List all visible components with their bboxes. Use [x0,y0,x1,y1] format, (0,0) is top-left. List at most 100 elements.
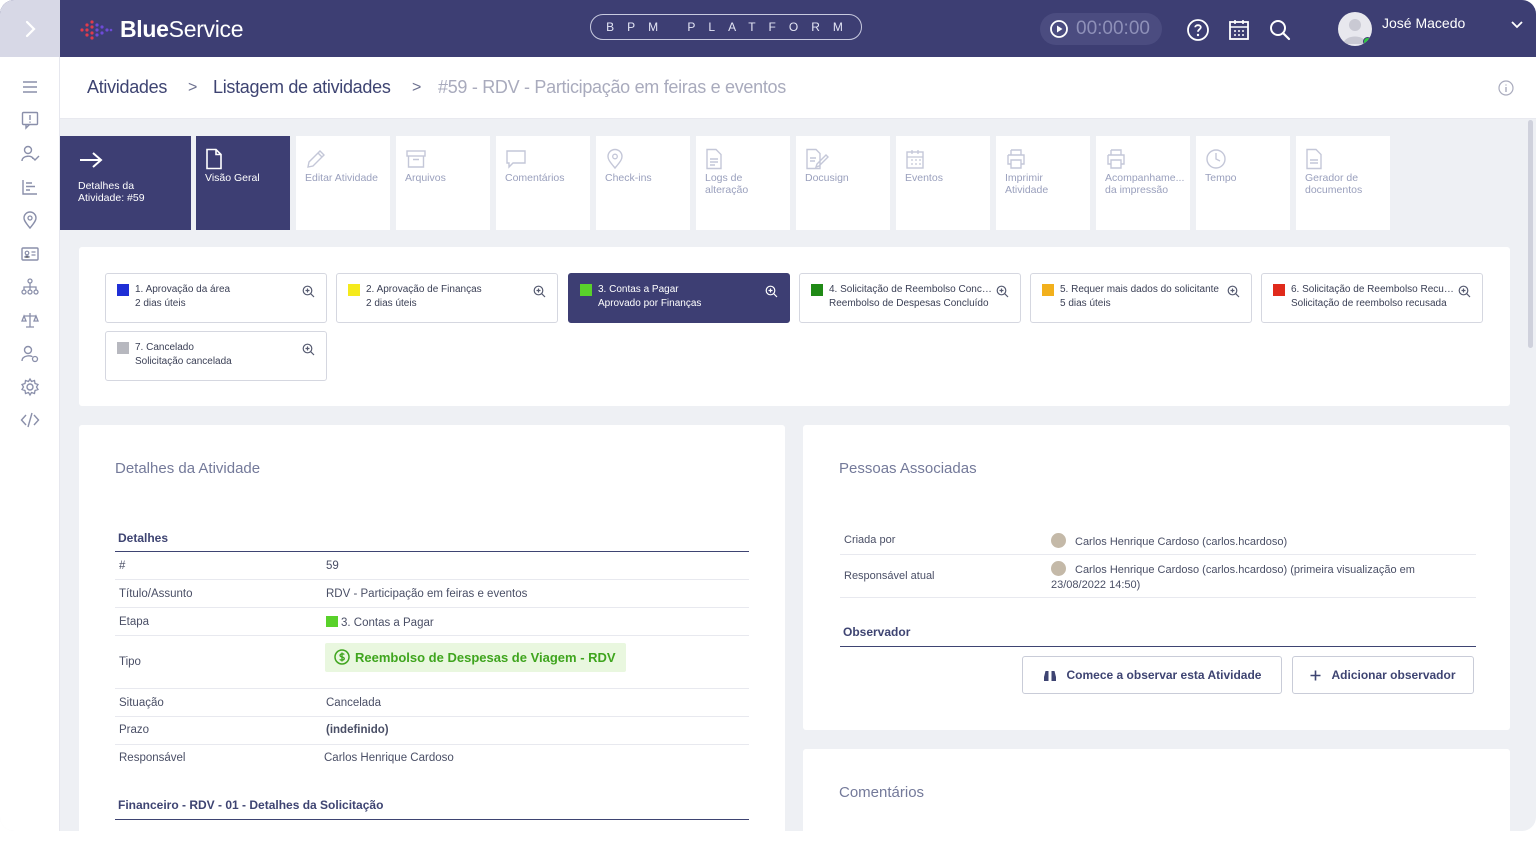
scale-icon[interactable] [20,310,40,330]
play-icon [1050,20,1068,38]
person-name[interactable]: Carlos Henrique Cardoso (carlos.hcardoso… [1075,564,1415,576]
divider [840,646,1476,647]
timer-control[interactable]: 00:00:00 [1040,13,1162,45]
tab-detalhes-atividade[interactable]: Detalhes da Atividade: #59 [60,136,191,230]
sidebar-toggle-button[interactable] [0,0,60,57]
menu-icon[interactable] [20,77,40,97]
tab-check-ins[interactable]: Check-ins [596,136,690,230]
app-window: BlueService BPM PLATFORM 00:00:00 José M… [0,0,1536,831]
tab-logs-alteracao[interactable]: Logs de alteração [696,136,790,230]
org-chart-icon[interactable] [20,277,40,297]
tab-editar-atividade[interactable]: Editar Atividade [296,136,390,230]
brand-logo[interactable]: BlueService [78,16,244,43]
id-card-icon[interactable] [20,244,40,264]
stage-title: 6. Solicitação de Reembolso Recus... [1291,284,1454,295]
map-pin-icon [607,148,623,170]
file-icon [1306,148,1322,170]
tab-label: Comentários [505,172,565,184]
stage-subtitle: 5 dias úteis [1060,298,1111,309]
add-observer-button[interactable]: Adicionar observador [1292,656,1474,694]
stage-subtitle: 2 dias úteis [135,298,186,309]
comment-icon [506,150,526,169]
stages-panel [79,247,1510,406]
tab-label: da impressão [1105,184,1169,196]
tab-label: Visão Geral [205,172,260,184]
breadcrumb-item-atividades[interactable]: Atividades [87,77,167,98]
currency-icon [334,649,350,665]
tab-label: Docusign [805,172,849,184]
table-row: Responsável Carlos Henrique Cardoso [115,745,749,773]
tab-imprimir-atividade[interactable]: Imprimir Atividade [996,136,1090,230]
stage-title: 2. Aprovação de Finanças [366,284,482,295]
report-icon[interactable] [20,177,40,197]
tab-visao-geral[interactable]: Visão Geral [196,136,290,230]
zoom-in-icon[interactable] [1458,285,1471,298]
breadcrumb-separator: > [412,79,422,96]
tab-label: Detalhes da [78,180,135,192]
table-row: Responsável atual Carlos Henrique Cardos… [840,555,1476,598]
stage-card[interactable]: 1. Aprovação da área 2 dias úteis [105,273,327,323]
table-row: Título/Assunto RDV - Participação em fei… [115,580,749,608]
stage-card[interactable]: 7. Cancelado Solicitação cancelada [105,331,327,381]
tab-label: documentos [1305,184,1363,196]
zoom-in-icon[interactable] [302,343,315,356]
stage-card[interactable]: 2. Aprovação de Finanças 2 dias úteis [336,273,558,323]
zoom-in-icon[interactable] [302,285,315,298]
search-icon[interactable] [1268,18,1292,42]
scrollbar-thumb[interactable] [1528,120,1533,348]
user-tasks-icon[interactable] [20,144,40,164]
user-menu[interactable]: José Macedo [1338,12,1465,46]
stage-subtitle: Reembolso de Despesas Concluído [829,298,989,309]
tab-label: Editar Atividade [305,172,378,184]
docusign-icon [806,148,829,170]
zoom-in-icon[interactable] [533,285,546,298]
chevron-down-icon[interactable] [1510,20,1524,30]
map-pin-icon[interactable] [20,210,40,230]
tab-arquivos[interactable]: Arquivos [396,136,490,230]
binoculars-icon [1043,670,1056,681]
tab-acompanhamento-impressao[interactable]: Acompanhame... da impressão [1096,136,1190,230]
tab-docusign[interactable]: Docusign [796,136,890,230]
info-icon[interactable] [1498,80,1514,96]
calendar-icon[interactable] [1227,18,1251,42]
financeiro-group-heading: Financeiro - RDV - 01 - Detalhes da Soli… [118,798,384,812]
code-icon[interactable] [20,410,40,430]
stage-color-swatch [580,284,592,296]
breadcrumb-separator: > [188,79,198,96]
tab-tempo[interactable]: Tempo [1196,136,1290,230]
button-label: Adicionar observador [1331,668,1456,682]
tab-label: Acompanhame... [1105,172,1185,184]
person-name[interactable]: Carlos Henrique Cardoso (carlos.hcardoso… [1075,536,1287,548]
arrow-right-icon [80,152,103,168]
stage-title: 4. Solicitação de Reembolso Concl... [829,284,992,295]
user-settings-icon[interactable] [20,344,40,364]
activity-type-badge[interactable]: Reembolso de Despesas de Viagem - RDV [325,643,626,672]
zoom-in-icon[interactable] [996,285,1009,298]
gear-icon[interactable] [20,377,40,397]
observe-activity-button[interactable]: Comece a observar esta Atividade [1022,656,1282,694]
platform-badge: BPM PLATFORM [590,14,862,40]
tab-comentarios[interactable]: Comentários [496,136,590,230]
logo-mark-icon [80,19,113,40]
alert-message-icon[interactable] [20,110,40,130]
zoom-in-icon[interactable] [1227,285,1240,298]
stage-card[interactable]: 5. Requer mais dados do solicitante 5 di… [1030,273,1252,323]
file-log-icon [706,148,722,170]
tab-gerador-documentos[interactable]: Gerador de documentos [1296,136,1390,230]
printer-icon [1007,149,1025,169]
table-row: Etapa 3. Contas a Pagar [115,608,749,636]
tab-eventos[interactable]: Eventos [896,136,990,230]
breadcrumb-current: #59 - RDV - Participação em feiras e eve… [438,77,786,97]
stage-card[interactable]: 6. Solicitação de Reembolso Recus... Sol… [1261,273,1483,323]
brand-name: BlueService [120,16,244,42]
breadcrumb-item-listagem[interactable]: Listagem de atividades [213,77,391,98]
stage-card-active[interactable]: 3. Contas a Pagar Aprovado por Finanças [568,273,790,323]
table-row: Situação Cancelada [115,689,749,717]
field-label: Título/Assunto [119,588,193,600]
field-value: Cancelada [326,697,381,709]
stage-subtitle: 2 dias úteis [366,298,417,309]
help-icon[interactable] [1186,18,1210,42]
stage-card[interactable]: 4. Solicitação de Reembolso Concl... Ree… [799,273,1021,323]
stage-subtitle: Aprovado por Finanças [598,298,702,309]
zoom-in-icon[interactable] [765,285,778,298]
